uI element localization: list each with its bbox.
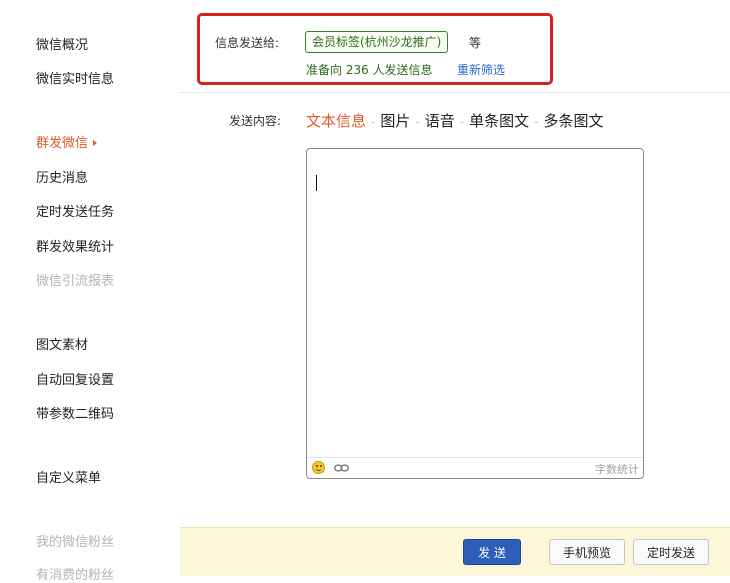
sidebar-item-send-stats[interactable]: 群发效果统计 — [36, 236, 114, 255]
recipients-etc: 等 — [469, 36, 482, 50]
sidebar-item-label: 历史消息 — [36, 171, 89, 186]
link-icon[interactable] — [334, 463, 349, 473]
editor-toolbar: 字数统计 — [307, 457, 643, 478]
sidebar-item-label: 微信引流报表 — [36, 274, 115, 289]
sidebar-item-label: 有消费的粉丝 — [36, 568, 115, 583]
sidebar-item-label: 定时发送任务 — [36, 205, 115, 220]
tab-multi-article[interactable]: 多条图文 — [543, 112, 603, 130]
recipient-count: 准备向 236 人发送信息 — [306, 63, 433, 77]
sidebar-item-wechat-overview[interactable]: 微信概况 — [36, 34, 88, 53]
refilter-link[interactable]: 重新筛选 — [457, 61, 505, 78]
sidebar-item-param-qrcode[interactable]: 带参数二维码 — [36, 403, 114, 422]
sidebar-item-realtime-messages[interactable]: 微信实时信息 — [36, 68, 114, 87]
sidebar-item-label: 带参数二维码 — [36, 407, 115, 422]
tab-separator: - — [534, 115, 539, 129]
schedule-send-button[interactable]: 定时发送 — [633, 539, 709, 565]
tab-separator: - — [371, 115, 376, 129]
sidebar-item-label: 群发微信 — [36, 136, 89, 151]
content-type-tabs: 文本信息 - 图片 - 语音 - 单条图文 - 多条图文 — [306, 110, 603, 131]
sidebar-item-label: 自动回复设置 — [36, 373, 115, 388]
sidebar-item-paying-fans: 有消费的粉丝 — [36, 564, 114, 583]
section-divider — [180, 92, 730, 93]
tab-image[interactable]: 图片 — [380, 112, 410, 130]
tab-voice[interactable]: 语音 — [425, 112, 455, 130]
tab-separator: - — [459, 115, 465, 129]
sidebar-item-my-fans: 我的微信粉丝 — [36, 531, 114, 550]
tab-separator: - — [415, 115, 420, 129]
content-label: 发送内容: — [229, 114, 282, 128]
message-editor: 字数统计 — [306, 148, 644, 479]
sidebar-item-article-materials[interactable]: 图文素材 — [36, 334, 88, 353]
sidebar-item-auto-reply[interactable]: 自动回复设置 — [36, 369, 114, 388]
sidebar-item-custom-menu[interactable]: 自定义菜单 — [36, 467, 101, 486]
sidebar-item-label: 我的微信粉丝 — [36, 535, 115, 550]
triangle-right-icon — [93, 139, 98, 146]
recipients-label: 信息发送给: — [215, 36, 280, 50]
sidebar-item-label: 自定义菜单 — [36, 471, 102, 486]
sidebar-item-label: 图文素材 — [36, 338, 89, 353]
sidebar-item-history[interactable]: 历史消息 — [36, 167, 88, 186]
emoji-icon[interactable] — [312, 461, 325, 474]
sidebar-item-label: 群发效果统计 — [36, 240, 115, 255]
message-textarea[interactable] — [307, 149, 643, 458]
sidebar-item-label: 微信概况 — [36, 38, 89, 53]
tab-text[interactable]: 文本信息 — [306, 112, 366, 130]
sidebar-item-scheduled-tasks[interactable]: 定时发送任务 — [36, 201, 114, 220]
send-button[interactable]: 发 送 — [463, 539, 521, 565]
action-bar: 发 送 手机预览 定时发送 — [180, 527, 730, 576]
tab-single-article[interactable]: 单条图文 — [469, 112, 529, 130]
sidebar-item-traffic-report: 微信引流报表 — [36, 270, 114, 289]
text-caret — [316, 175, 317, 191]
sidebar: 微信概况 微信实时信息 群发微信 历史消息 定时发送任务 群发效果统计 微信引流… — [0, 0, 180, 583]
sidebar-item-mass-send[interactable]: 群发微信 — [36, 132, 98, 151]
mobile-preview-button[interactable]: 手机预览 — [549, 539, 625, 565]
recipient-tag[interactable]: 会员标签(杭州沙龙推广) — [305, 31, 449, 53]
sidebar-item-label: 微信实时信息 — [36, 72, 115, 87]
char-count: 字数统计 — [595, 463, 639, 476]
